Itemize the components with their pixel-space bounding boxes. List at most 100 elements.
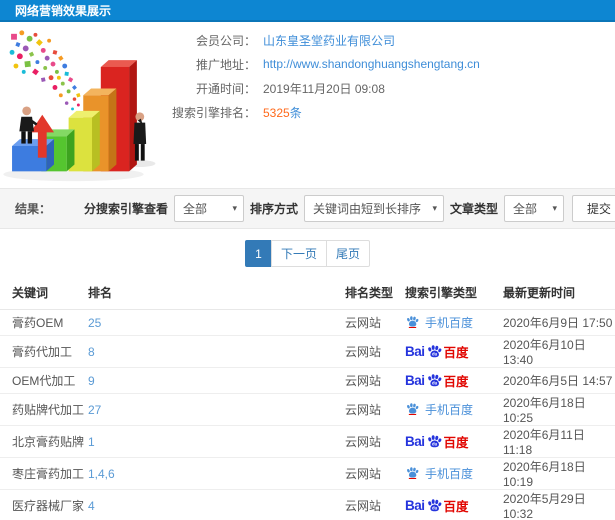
rank-link[interactable]: 1,4,6	[88, 467, 115, 481]
rank-type-cell: 云网站	[345, 309, 405, 336]
engine-rank-value: 5325条	[263, 104, 302, 121]
updated-time-cell: 2020年6月11日 11:18	[503, 425, 615, 458]
rank-cell: 9	[88, 367, 345, 394]
rank-link[interactable]: 27	[88, 403, 101, 417]
rank-count: 5325	[263, 105, 290, 120]
table-row: OEM代加工 9 云网站 Bai du 百度 2020年6月5日 14:57	[0, 367, 615, 394]
page-title: 网络营销效果展示	[15, 4, 112, 18]
promo-url-link[interactable]: http://www.shandonghuangshengtang.cn	[263, 57, 480, 71]
baidu-logo-cn: 百度	[443, 500, 469, 514]
keyword-cell: 药贴牌代加工	[0, 393, 88, 426]
col-header-updated: 最新更新时间	[503, 280, 615, 310]
table-row: 膏药OEM 25 云网站 手机百度 2020年6月9日 17:50	[0, 309, 615, 336]
baidu-logo-latin: Bai	[405, 434, 425, 449]
col-header-engine-type: 搜索引擎类型	[405, 280, 503, 310]
engine-filter-value: 全部	[182, 202, 207, 216]
sort-filter-select[interactable]: 关键词由短到长排序 ▾	[303, 195, 444, 222]
bar-chart-illustration	[3, 30, 156, 182]
baidu-engine-link[interactable]: Bai du 百度	[405, 432, 469, 451]
rank-type-cell: 云网站	[345, 425, 405, 458]
table-row: 枣庄膏药加工 1,4,6 云网站 手机百度 2020年6月18日 10:19	[0, 457, 615, 490]
keyword-cell: 医疗器械厂家	[0, 489, 88, 520]
rank-link[interactable]: 1	[88, 435, 95, 449]
rank-type-cell: 云网站	[345, 393, 405, 426]
updated-time-cell: 2020年6月18日 10:25	[503, 393, 615, 426]
engine-type-cell: Bai du 百度	[405, 425, 503, 458]
svg-text:du: du	[432, 380, 438, 385]
engine-type-cell: 手机百度	[405, 309, 503, 336]
filter-controls: 分搜索引擎查看 全部 ▾ 排序方式 关键词由短到长排序 ▾ 文章类型 全部 ▾ …	[78, 195, 615, 222]
page-header: 网络营销效果展示	[0, 0, 615, 22]
mobile-baidu-label: 手机百度	[425, 315, 474, 330]
engine-type-cell: 手机百度	[405, 457, 503, 490]
rank-type-cell: 云网站	[345, 367, 405, 394]
rank-link[interactable]: 9	[88, 374, 95, 388]
table-row: 北京膏药贴牌 1 云网站 Bai du 百度 2020年6月11日 11:18	[0, 425, 615, 458]
promo-url-label: 推广地址：	[195, 57, 256, 72]
bar-blue	[12, 139, 54, 172]
table-row: 医疗器械厂家 4 云网站 Bai du 百度 2020年5月29日 10:32	[0, 489, 615, 520]
member-info-list: 会员公司： 山东皇圣堂药业有限公司 推广地址： http://www.shand…	[171, 22, 615, 188]
updated-time-cell: 2020年6月18日 10:19	[503, 457, 615, 490]
result-label: 结果：	[15, 202, 52, 216]
chevron-down-icon: ▾	[432, 203, 437, 213]
baidu-paw-icon: du	[427, 344, 441, 357]
mobile-baidu-engine-link[interactable]: 手机百度	[405, 465, 473, 482]
keyword-cell: 膏药OEM	[0, 309, 88, 336]
article-type-select[interactable]: 全部 ▾	[504, 195, 564, 222]
page-button-next[interactable]: 下一页	[270, 240, 327, 267]
baidu-paw-icon: du	[427, 498, 441, 511]
baidu-logo-cn: 百度	[443, 436, 469, 450]
col-header-rank-type: 排名类型	[345, 280, 405, 310]
rank-type-cell: 云网站	[345, 489, 405, 520]
engine-filter-label: 分搜索引擎查看	[83, 202, 168, 216]
article-type-label: 文章类型	[449, 202, 498, 216]
rank-cell: 4	[88, 489, 345, 520]
baidu-paw-icon	[407, 467, 419, 480]
updated-time-cell: 2020年6月5日 14:57	[503, 367, 615, 394]
svg-text:du: du	[432, 505, 438, 510]
engine-type-cell: Bai du 百度	[405, 489, 503, 520]
updated-time-cell: 2020年6月10日 13:40	[503, 335, 615, 368]
mobile-baidu-engine-link[interactable]: 手机百度	[405, 314, 473, 331]
keyword-cell: OEM代加工	[0, 367, 88, 394]
baidu-engine-link[interactable]: Bai du 百度	[405, 342, 469, 361]
sort-filter-label: 排序方式	[249, 202, 298, 216]
person-left	[19, 106, 38, 144]
rank-link[interactable]: 25	[88, 316, 101, 330]
rank-unit[interactable]: 条	[290, 106, 302, 120]
open-time-label: 开通时间：	[195, 81, 256, 96]
mobile-baidu-engine-link[interactable]: 手机百度	[405, 401, 473, 418]
baidu-logo-latin: Bai	[405, 498, 425, 513]
page-button-last[interactable]: 尾页	[326, 240, 371, 267]
engine-filter-select[interactable]: 全部 ▾	[173, 195, 244, 222]
submit-button[interactable]: 提交	[572, 195, 615, 222]
filter-bar: 结果： 分搜索引擎查看 全部 ▾ 排序方式 关键词由短到长排序 ▾ 文章类型 全…	[0, 188, 615, 229]
page-button-current[interactable]: 1	[244, 240, 272, 267]
rank-link[interactable]: 4	[88, 499, 95, 513]
rank-link[interactable]: 8	[88, 345, 95, 359]
keyword-cell: 北京膏药贴牌	[0, 425, 88, 458]
rank-cell: 1,4,6	[88, 457, 345, 490]
info-row-rank-count: 搜索引擎排名： 5325条	[171, 100, 615, 124]
updated-time-cell: 2020年5月29日 10:32	[503, 489, 615, 520]
baidu-engine-link[interactable]: Bai du 百度	[405, 496, 469, 515]
keyword-cell: 膏药代加工	[0, 335, 88, 368]
pagination: 1 下一页 尾页	[0, 229, 615, 280]
baidu-paw-icon: du	[427, 434, 441, 447]
article-type-value: 全部	[513, 202, 538, 216]
keyword-cell: 枣庄膏药加工	[0, 457, 88, 490]
info-row-open-time: 开通时间： 2019年11月20日 09:08	[186, 76, 615, 100]
chevron-down-icon: ▾	[232, 203, 237, 213]
engine-rank-label: 搜索引擎排名：	[171, 105, 256, 120]
rank-cell: 27	[88, 393, 345, 426]
baidu-logo-cn: 百度	[443, 375, 469, 389]
sort-filter-value: 关键词由短到长排序	[312, 202, 421, 216]
company-link[interactable]: 山东皇圣堂药业有限公司	[263, 32, 395, 49]
chevron-down-icon: ▾	[552, 203, 557, 213]
engine-type-cell: 手机百度	[405, 393, 503, 426]
baidu-engine-link[interactable]: Bai du 百度	[405, 371, 469, 390]
results-table: 关键词 排名 排名类型 搜索引擎类型 最新更新时间 膏药OEM 25 云网站 手机百度…	[0, 280, 615, 520]
rank-cell: 25	[88, 309, 345, 336]
baidu-paw-icon	[407, 403, 419, 416]
